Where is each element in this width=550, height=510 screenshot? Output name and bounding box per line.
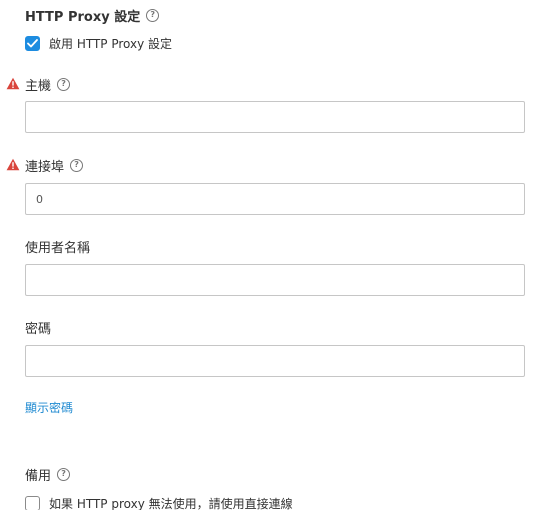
password-input[interactable] [25, 345, 525, 377]
enable-proxy-label: 啟用 HTTP Proxy 設定 [49, 37, 173, 51]
warning-icon [6, 158, 20, 171]
username-label: 使用者名稱 [25, 236, 90, 256]
direct-connection-checkbox-row[interactable]: 如果 HTTP proxy 無法使用，請使用直接連線 [25, 495, 293, 510]
help-icon[interactable]: ? [146, 8, 160, 22]
password-label: 密碼 [25, 317, 51, 337]
port-label: 連接埠 ? [25, 155, 84, 175]
username-label-text: 使用者名稱 [25, 240, 91, 256]
help-icon[interactable]: ? [70, 158, 84, 172]
direct-connection-label: 如果 HTTP proxy 無法使用，請使用直接連線 [49, 497, 293, 510]
host-label-text: 主機 [25, 78, 52, 94]
help-icon[interactable]: ? [57, 77, 71, 91]
fallback-label-text: 備用 [25, 468, 52, 484]
http-proxy-settings-panel: HTTP Proxy 設定 ? 啟用 HTTP Proxy 設定 主機 ? 連接… [0, 0, 550, 510]
enable-proxy-checkbox[interactable] [25, 36, 40, 51]
direct-connection-checkbox[interactable] [25, 496, 40, 510]
port-label-text: 連接埠 [25, 159, 65, 175]
warning-icon [6, 77, 20, 90]
checkmark-icon [27, 39, 38, 48]
proxy-settings-title-text: HTTP Proxy 設定 [25, 9, 141, 25]
proxy-settings-title: HTTP Proxy 設定 ? [25, 5, 160, 25]
help-icon[interactable]: ? [57, 467, 71, 481]
username-input[interactable] [25, 264, 525, 296]
host-input[interactable] [25, 101, 525, 133]
port-input[interactable] [25, 183, 525, 215]
password-label-text: 密碼 [25, 321, 52, 337]
enable-proxy-checkbox-row[interactable]: 啟用 HTTP Proxy 設定 [25, 35, 172, 52]
host-label: 主機 ? [25, 74, 71, 94]
fallback-label: 備用 ? [25, 464, 71, 484]
show-password-link[interactable]: 顯示密碼 [25, 398, 73, 416]
